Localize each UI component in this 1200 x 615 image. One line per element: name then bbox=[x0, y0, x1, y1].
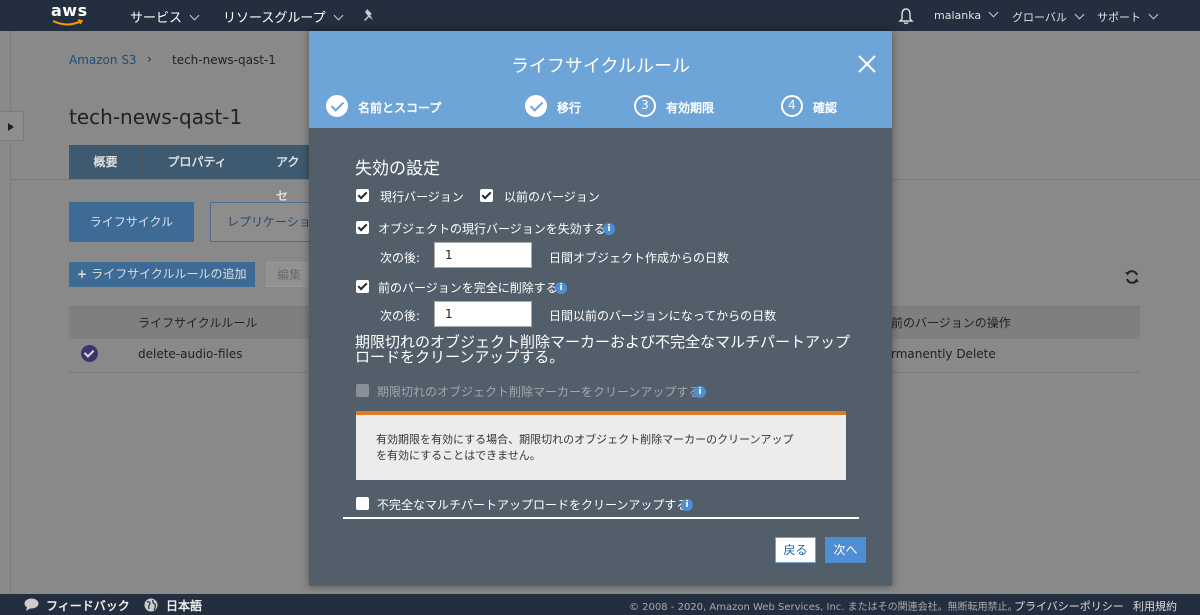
account-menu[interactable]: malanka bbox=[934, 7, 999, 22]
globe-icon bbox=[144, 598, 158, 612]
check-circle-icon bbox=[525, 95, 547, 117]
delete-previous-days-input[interactable]: 1 bbox=[434, 301, 532, 327]
warning-box: 有効期限を有効にする場合、期限切れのオブジェクト削除マーカーのクリーンアップ を… bbox=[356, 411, 846, 480]
column-header-previous-action[interactable]: 前のバージョンの操作 bbox=[891, 314, 1011, 331]
services-menu[interactable]: サービス bbox=[130, 7, 200, 26]
support-menu[interactable]: サポート bbox=[1097, 9, 1159, 25]
privacy-link[interactable]: プライバシーポリシー bbox=[1014, 598, 1124, 614]
next-button[interactable]: 次へ bbox=[825, 537, 866, 563]
column-header-rule[interactable]: ライフサイクルルール bbox=[138, 314, 257, 331]
bell-icon[interactable] bbox=[898, 7, 914, 25]
cleanup-markers-label: 期限切れのオブジェクト削除マーカーをクリーンアップする bbox=[377, 385, 701, 399]
plus-icon: + bbox=[77, 267, 88, 281]
replication-button[interactable]: レプリケーショ bbox=[210, 202, 320, 242]
breadcrumb-current: tech-news-qast-1 bbox=[172, 53, 276, 67]
chevron-down-icon bbox=[1074, 9, 1085, 20]
cleanup-markers-checkbox[interactable] bbox=[356, 384, 369, 397]
breadcrumb-root[interactable]: Amazon S3 bbox=[69, 53, 137, 67]
sidebar-toggle[interactable] bbox=[0, 111, 24, 141]
expire-current-checkbox[interactable] bbox=[356, 221, 369, 234]
add-lifecycle-rule-button[interactable]: + ライフサイクルルールの追加 bbox=[69, 262, 255, 287]
info-icon[interactable]: i bbox=[694, 386, 706, 398]
terms-link[interactable]: 利用規約 bbox=[1133, 598, 1177, 614]
resource-groups-menu[interactable]: リソースグループ bbox=[223, 7, 344, 26]
language-selector[interactable]: 日本語 bbox=[166, 597, 202, 614]
page-title: tech-news-qast-1 bbox=[69, 105, 243, 129]
chevron-down-icon bbox=[988, 7, 999, 18]
cleanup-multipart-checkbox[interactable] bbox=[356, 497, 369, 510]
info-icon[interactable]: i bbox=[681, 499, 693, 511]
lifecycle-rule-modal: ライフサイクルルール 名前とスコープ 移行 3 有効期限 4 確認 失効の設定 … bbox=[309, 31, 892, 586]
lifecycle-button[interactable]: ライフサイクル bbox=[69, 202, 194, 242]
top-navigation: aws サービス リソースグループ malanka グローバル サポート bbox=[0, 0, 1200, 31]
current-version-checkbox[interactable] bbox=[356, 189, 369, 202]
table-cell-rule-name: delete-audio-files bbox=[138, 347, 243, 361]
speech-bubble-icon bbox=[24, 598, 39, 611]
expire-current-unit: 日間オブジェクト作成からの日数 bbox=[549, 251, 730, 265]
cleanup-section-title: 期限切れのオブジェクト削除マーカーおよび不完全なマルチパートアップ ロードをクリ… bbox=[355, 333, 851, 366]
region-menu[interactable]: グローバル bbox=[1012, 9, 1085, 25]
expire-current-label: オブジェクトの現行バージョンを失効する bbox=[378, 222, 606, 236]
tab-properties[interactable]: プロパティ bbox=[143, 145, 252, 179]
section-title: 失効の設定 bbox=[355, 159, 440, 179]
row-radio-selected[interactable] bbox=[81, 345, 98, 362]
tab-overview[interactable]: 概要 bbox=[69, 145, 143, 179]
after-label: 次の後: bbox=[380, 251, 421, 265]
refresh-icon[interactable] bbox=[1124, 269, 1140, 285]
breadcrumb-separator: › bbox=[147, 52, 152, 66]
back-button[interactable]: 戻る bbox=[775, 537, 816, 563]
current-version-label: 現行バージョン bbox=[380, 190, 464, 204]
delete-previous-label: 前のバージョンを完全に削除する bbox=[378, 281, 558, 295]
aws-smile-icon bbox=[52, 19, 84, 26]
info-icon[interactable]: i bbox=[603, 223, 615, 235]
after-label: 次の後: bbox=[380, 309, 421, 323]
warning-text: 有効期限を有効にする場合、期限切れのオブジェクト削除マーカーのクリーンアップ を… bbox=[376, 433, 794, 462]
table-cell-previous-action: rmanently Delete bbox=[891, 347, 996, 361]
divider bbox=[343, 517, 859, 519]
previous-version-checkbox[interactable] bbox=[480, 189, 493, 202]
chevron-down-icon bbox=[1148, 9, 1159, 20]
expire-current-days-input[interactable]: 1 bbox=[434, 242, 532, 268]
modal-header: ライフサイクルルール 名前とスコープ 移行 3 有効期限 4 確認 bbox=[309, 31, 892, 128]
info-icon[interactable]: i bbox=[555, 282, 567, 294]
check-circle-icon bbox=[326, 95, 348, 117]
aws-logo[interactable]: aws bbox=[51, 1, 88, 20]
tab-access[interactable]: アクセ bbox=[252, 145, 309, 203]
chevron-down-icon bbox=[189, 10, 200, 21]
copyright-text: © 2008 - 2020, Amazon Web Services, Inc.… bbox=[629, 602, 1018, 613]
cleanup-multipart-label: 不完全なマルチパートアップロードをクリーンアップする bbox=[377, 498, 689, 512]
chevron-down-icon bbox=[333, 10, 344, 21]
pin-icon[interactable] bbox=[362, 8, 376, 22]
footer: フィードバック 日本語 © 2008 - 2020, Amazon Web Se… bbox=[0, 594, 1200, 615]
delete-previous-unit: 日間以前のバージョンになってからの日数 bbox=[549, 309, 777, 323]
previous-version-label: 以前のバージョン bbox=[504, 190, 600, 204]
modal-title: ライフサイクルルール bbox=[510, 56, 691, 77]
feedback-link[interactable]: フィードバック bbox=[46, 597, 130, 614]
close-icon[interactable] bbox=[857, 54, 877, 74]
delete-previous-checkbox[interactable] bbox=[356, 280, 369, 293]
